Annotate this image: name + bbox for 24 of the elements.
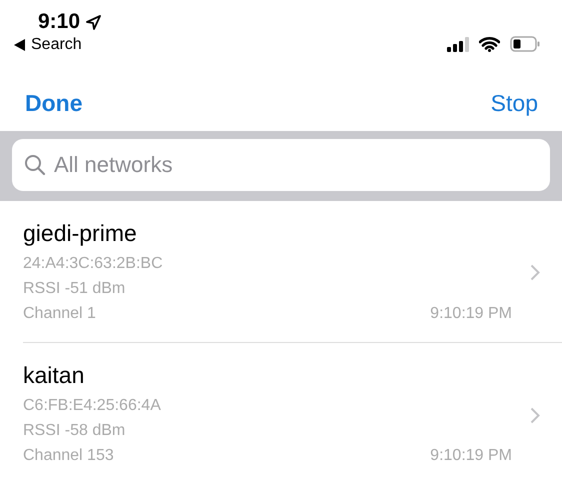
- back-triangle-icon: [14, 39, 25, 51]
- location-arrow-icon: [86, 14, 102, 30]
- chevron-icon: [530, 264, 540, 281]
- network-name: giedi-prime: [23, 220, 138, 246]
- back-link[interactable]: Search: [14, 36, 102, 54]
- bssid-text: 24:A4:3C:63:2B:BC: [23, 254, 163, 274]
- bssid-text: C6:FB:E4:25:66:4A: [23, 396, 161, 416]
- network-row[interactable]: giedi-prime 24:A4:3C:63:2B:BC RSSI -51 dBm Channel 1 9:10:19 PM: [23, 201, 562, 343]
- search-field[interactable]: All networks: [12, 139, 550, 191]
- done-button[interactable]: Done: [25, 90, 82, 116]
- network-name: kaitan: [23, 362, 86, 389]
- timestamp: 9:10:19 PM: [430, 446, 512, 466]
- battery-icon: [510, 36, 540, 52]
- channel-text: Channel 1: [23, 304, 96, 324]
- rssi-text: RSSI -58 dBm: [23, 421, 126, 441]
- chevron-icon: [530, 406, 540, 424]
- wifi-icon: [479, 36, 500, 52]
- timestamp: 9:10:19 PM: [430, 304, 512, 324]
- rssi-text: RSSI -51 dBm: [23, 278, 126, 298]
- clock-time: 9:10: [38, 10, 80, 34]
- channel-text: Channel 153: [23, 446, 114, 466]
- network-row[interactable]: kaitan C6:FB:E4:25:66:4A RSSI -58 dBm Channel 153 9:10:19 PM: [23, 343, 562, 478]
- stop-button[interactable]: Stop: [490, 90, 538, 116]
- signal-icon: [447, 36, 469, 52]
